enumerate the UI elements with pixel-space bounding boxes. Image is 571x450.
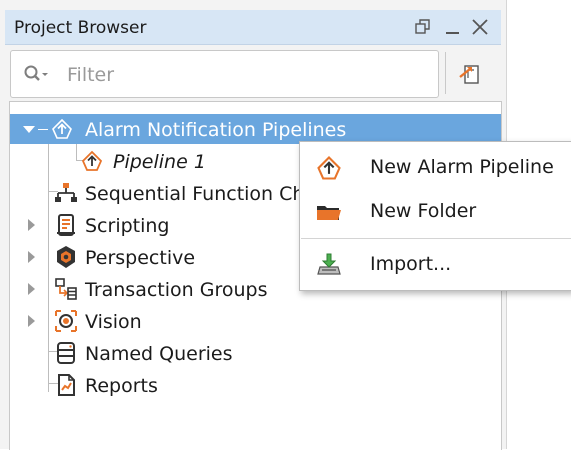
menu-item-label: Import... xyxy=(370,253,452,275)
scripting-icon xyxy=(57,214,75,236)
perspective-icon xyxy=(57,246,75,268)
tree-item-label: Named Queries xyxy=(85,343,233,365)
minimize-icon[interactable] xyxy=(441,15,465,39)
reports-icon xyxy=(58,374,75,396)
tree-item-label: Reports xyxy=(85,375,158,397)
tree-item-reports[interactable]: Reports xyxy=(10,370,501,400)
panel-titlebar: Project Browser xyxy=(5,10,501,45)
tree-item-label: Vision xyxy=(85,311,142,333)
named-queries-icon xyxy=(57,342,75,364)
filter-input[interactable] xyxy=(65,61,429,89)
toolbar-divider xyxy=(445,52,446,94)
link-with-editor-icon[interactable] xyxy=(457,60,485,88)
menu-item-new-folder[interactable]: New Folder xyxy=(300,189,571,233)
sfc-icon xyxy=(55,183,77,202)
tree-item-label: Transaction Groups xyxy=(85,279,268,301)
menu-separator xyxy=(301,238,571,239)
vision-icon xyxy=(55,310,77,332)
tree-item-named-queries[interactable]: Named Queries xyxy=(10,338,501,368)
close-icon[interactable] xyxy=(468,15,492,39)
search-icon[interactable] xyxy=(24,64,52,84)
alarm-pipeline-icon xyxy=(317,156,341,180)
filter-field[interactable] xyxy=(10,50,439,98)
tree-item-vision[interactable]: Vision xyxy=(10,306,501,336)
expand-arrow-icon[interactable] xyxy=(24,282,38,296)
expand-arrow-icon[interactable] xyxy=(24,314,38,328)
menu-item-import[interactable]: Import... xyxy=(300,242,571,286)
collapse-arrow-icon[interactable] xyxy=(22,122,36,136)
tree-item-label: Perspective xyxy=(85,247,196,269)
tree-guide-line xyxy=(38,129,48,130)
menu-item-label: New Folder xyxy=(370,200,477,222)
panel-title: Project Browser xyxy=(14,18,147,38)
transaction-groups-icon xyxy=(55,278,77,300)
tree-item-label: Scripting xyxy=(85,215,170,237)
tree-item-alarm-notification-pipelines[interactable]: Alarm Notification Pipelines xyxy=(10,114,501,144)
import-icon xyxy=(317,253,341,275)
restore-icon[interactable] xyxy=(411,15,435,39)
alarm-pipeline-icon xyxy=(52,118,72,139)
expand-arrow-icon[interactable] xyxy=(24,218,38,232)
alarm-pipeline-icon xyxy=(81,150,103,171)
tree-item-label: Pipeline 1 xyxy=(113,151,206,173)
context-menu: New Alarm Pipeline New Folder Import... xyxy=(299,141,571,291)
menu-item-label: New Alarm Pipeline xyxy=(370,156,554,178)
tree-item-label: Alarm Notification Pipelines xyxy=(85,119,347,141)
folder-icon xyxy=(317,206,341,220)
expand-arrow-icon[interactable] xyxy=(24,250,38,264)
menu-item-new-alarm-pipeline[interactable]: New Alarm Pipeline xyxy=(300,145,571,189)
